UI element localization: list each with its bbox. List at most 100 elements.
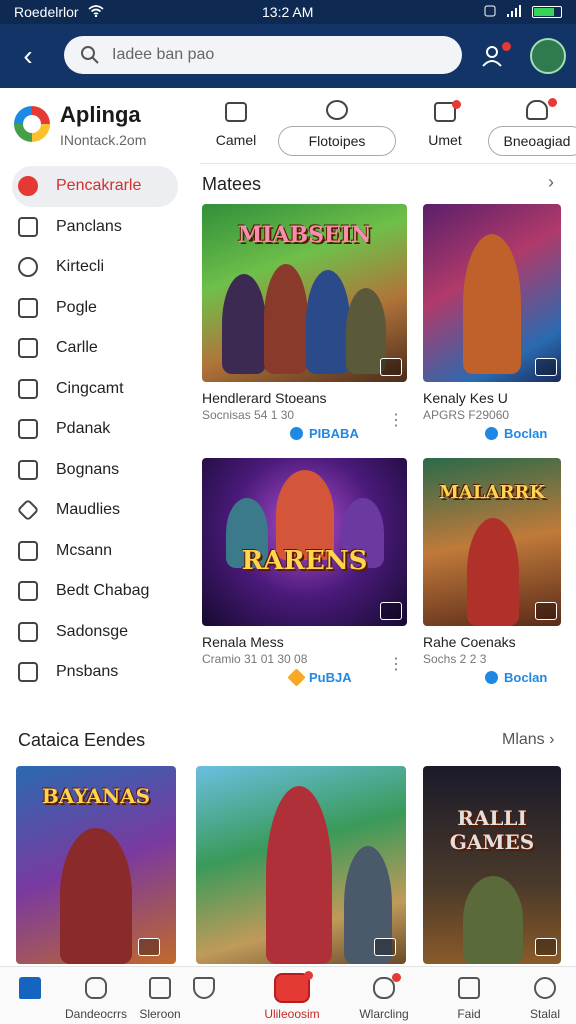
gear-icon xyxy=(18,257,38,277)
sidebar-item-pdanak[interactable]: Pdanak xyxy=(12,409,178,450)
media-badge-icon xyxy=(374,938,396,956)
sidebar-item-label: Panclans xyxy=(56,217,122,235)
sidebar-item-pnsbans[interactable]: Pnsbans xyxy=(12,652,178,693)
bottom-nav-label: Ulileoosim xyxy=(264,1007,320,1021)
tag-icon xyxy=(290,427,303,440)
search-input[interactable]: Iadee ban pao xyxy=(112,46,214,64)
game-thumbnail[interactable]: MIABSEIN xyxy=(202,204,407,382)
media-badge-icon xyxy=(380,602,402,620)
bottom-nav-ulileoosim[interactable]: Ulileoosim xyxy=(256,971,328,1023)
game-tag: PIBABA xyxy=(290,426,359,441)
sidebar-item-label: Sadonsge xyxy=(56,622,129,640)
bottom-nav-faid[interactable]: Faid xyxy=(433,973,505,1023)
sidebar-item-bognans[interactable]: Bognans xyxy=(12,450,178,491)
sidebar-item-label: Pnsbans xyxy=(56,663,119,680)
section-title-featured: Matees xyxy=(202,174,262,194)
sidebar-item-label: Pogle xyxy=(56,298,97,316)
sidebar: Aplinga INontack.2om Pencakrarle Panclan… xyxy=(0,88,198,714)
sidebar-item-label: Pdanak xyxy=(56,420,111,437)
game-card[interactable]: MIABSEIN Hendlerard Stoeans Socnisas 54 … xyxy=(202,204,407,444)
profile-icon xyxy=(534,977,556,999)
diamond-icon xyxy=(16,498,40,522)
chevron-right-icon[interactable]: › xyxy=(548,172,554,193)
more-options-icon[interactable]: ⋮ xyxy=(388,413,404,429)
game-thumbnail[interactable]: RALLI GAMES xyxy=(423,766,561,964)
game-art-title: RARENS xyxy=(241,546,368,576)
sidebar-item-sadonsge[interactable]: Sadonsge xyxy=(12,612,178,653)
more-options-icon[interactable]: ⋮ xyxy=(388,657,404,673)
notification-dot xyxy=(502,42,511,51)
battery-icon xyxy=(532,6,562,18)
sidebar-item-mcsann[interactable]: Mcsann xyxy=(12,531,178,572)
back-arrow-icon[interactable]: ‹ xyxy=(10,38,46,74)
search-bar[interactable]: Iadee ban pao xyxy=(64,36,462,74)
bottom-nav-wlarcling[interactable]: Wlarcling xyxy=(348,973,420,1023)
game-tag: Boclan xyxy=(485,426,547,441)
wifi-icon xyxy=(88,4,104,20)
sidebar-item-label: Bognans xyxy=(56,460,120,478)
see-more-link[interactable]: Mlans › xyxy=(502,731,554,749)
game-card[interactable] xyxy=(196,766,406,964)
sidebar-item-label: Bedt Chabag xyxy=(56,582,150,599)
tab-label: Umet xyxy=(428,132,462,148)
media-badge-icon xyxy=(138,938,160,956)
game-thumbnail[interactable] xyxy=(196,766,406,964)
search-icon xyxy=(80,45,100,70)
avatar-icon[interactable] xyxy=(530,38,566,74)
user-icon[interactable] xyxy=(476,38,512,74)
bottom-nav-shield[interactable] xyxy=(168,973,240,1023)
game-card[interactable]: BAYANAS xyxy=(16,766,176,964)
game-subtitle: Sochs 2 2 3 xyxy=(423,652,487,666)
sidebar-item-cingcamt[interactable]: Cingcamt xyxy=(12,369,178,410)
clock: 13:2 AM xyxy=(262,4,314,20)
section-title-catalog: Cataica Eendes xyxy=(18,730,146,750)
record-icon xyxy=(18,176,38,196)
game-card[interactable]: RALLI GAMES xyxy=(423,766,561,964)
notification-dot xyxy=(548,98,557,107)
game-thumbnail[interactable]: RARENS xyxy=(202,458,407,626)
game-thumbnail[interactable]: MALARRK xyxy=(423,458,561,626)
sidebar-item-label: Mcsann xyxy=(56,541,113,559)
tab-bneoagiad[interactable]: Bneoagiad xyxy=(488,98,576,156)
app-logo-icon xyxy=(14,106,50,142)
square-icon xyxy=(18,338,38,358)
sidebar-item-label: Pencakrarle xyxy=(56,177,142,194)
app-bar: ‹ Iadee ban pao xyxy=(0,24,576,88)
carrier-label: Roedelrlor xyxy=(14,4,79,20)
sidebar-item-pogle[interactable]: Pogle xyxy=(12,288,178,329)
sidebar-item-maudlies[interactable]: Maudlies xyxy=(12,490,178,531)
game-title: Renala Mess xyxy=(202,634,284,650)
game-thumbnail[interactable]: BAYANAS xyxy=(16,766,176,964)
media-badge-icon xyxy=(535,938,557,956)
bottom-nav-stalal[interactable]: Stalal xyxy=(509,973,576,1023)
checkbox-icon xyxy=(18,297,38,318)
sidebar-item-carlle[interactable]: Carlle xyxy=(12,328,178,369)
game-subtitle: Cramio 31 01 30 08 xyxy=(202,652,308,666)
category-tabs: Camel Flotoipes Umet Bneoagiad xyxy=(200,88,576,164)
game-subtitle: Socnisas 54 1 30 xyxy=(202,408,295,422)
tab-label: Camel xyxy=(215,132,257,148)
game-title: Hendlerard Stoeans xyxy=(202,390,327,406)
game-tag: Boclan xyxy=(485,670,547,685)
sidebar-item-kirtecli[interactable]: Kirtecli xyxy=(12,247,178,288)
tab-flotoipes[interactable]: Flotoipes xyxy=(278,98,396,156)
tab-umet[interactable]: Umet xyxy=(414,98,476,154)
sidebar-item-bedt-chabag[interactable]: Bedt Chabag xyxy=(12,571,178,612)
search-icon xyxy=(326,100,348,120)
media-badge-icon xyxy=(535,602,557,620)
tab-label: Flotoipes xyxy=(278,126,396,156)
shield-icon xyxy=(18,621,38,642)
game-card[interactable]: MALARRK Rahe Coenaks Sochs 2 2 3 Boclan xyxy=(423,458,561,698)
chevron-right-icon: › xyxy=(549,731,555,748)
tab-camel[interactable]: Camel xyxy=(208,98,264,154)
game-card[interactable]: RARENS Renala Mess Cramio 31 01 30 08 Pu… xyxy=(202,458,407,698)
sidebar-item-panclans[interactable]: Panclans xyxy=(12,207,178,248)
sidebar-item-pencakrarle[interactable]: Pencakrarle xyxy=(12,166,178,207)
game-thumbnail[interactable] xyxy=(423,204,561,382)
monitor-icon xyxy=(225,102,247,122)
home-icon xyxy=(19,977,41,999)
game-card[interactable]: Kenaly Kes U APGRS F29060 Boclan xyxy=(423,204,561,444)
bottom-nav-label: Faid xyxy=(457,1007,481,1021)
sidebar-nav: Pencakrarle Panclans Kirtecli Pogle Carl… xyxy=(0,166,198,693)
sidebar-item-label: Carlle xyxy=(56,339,98,356)
